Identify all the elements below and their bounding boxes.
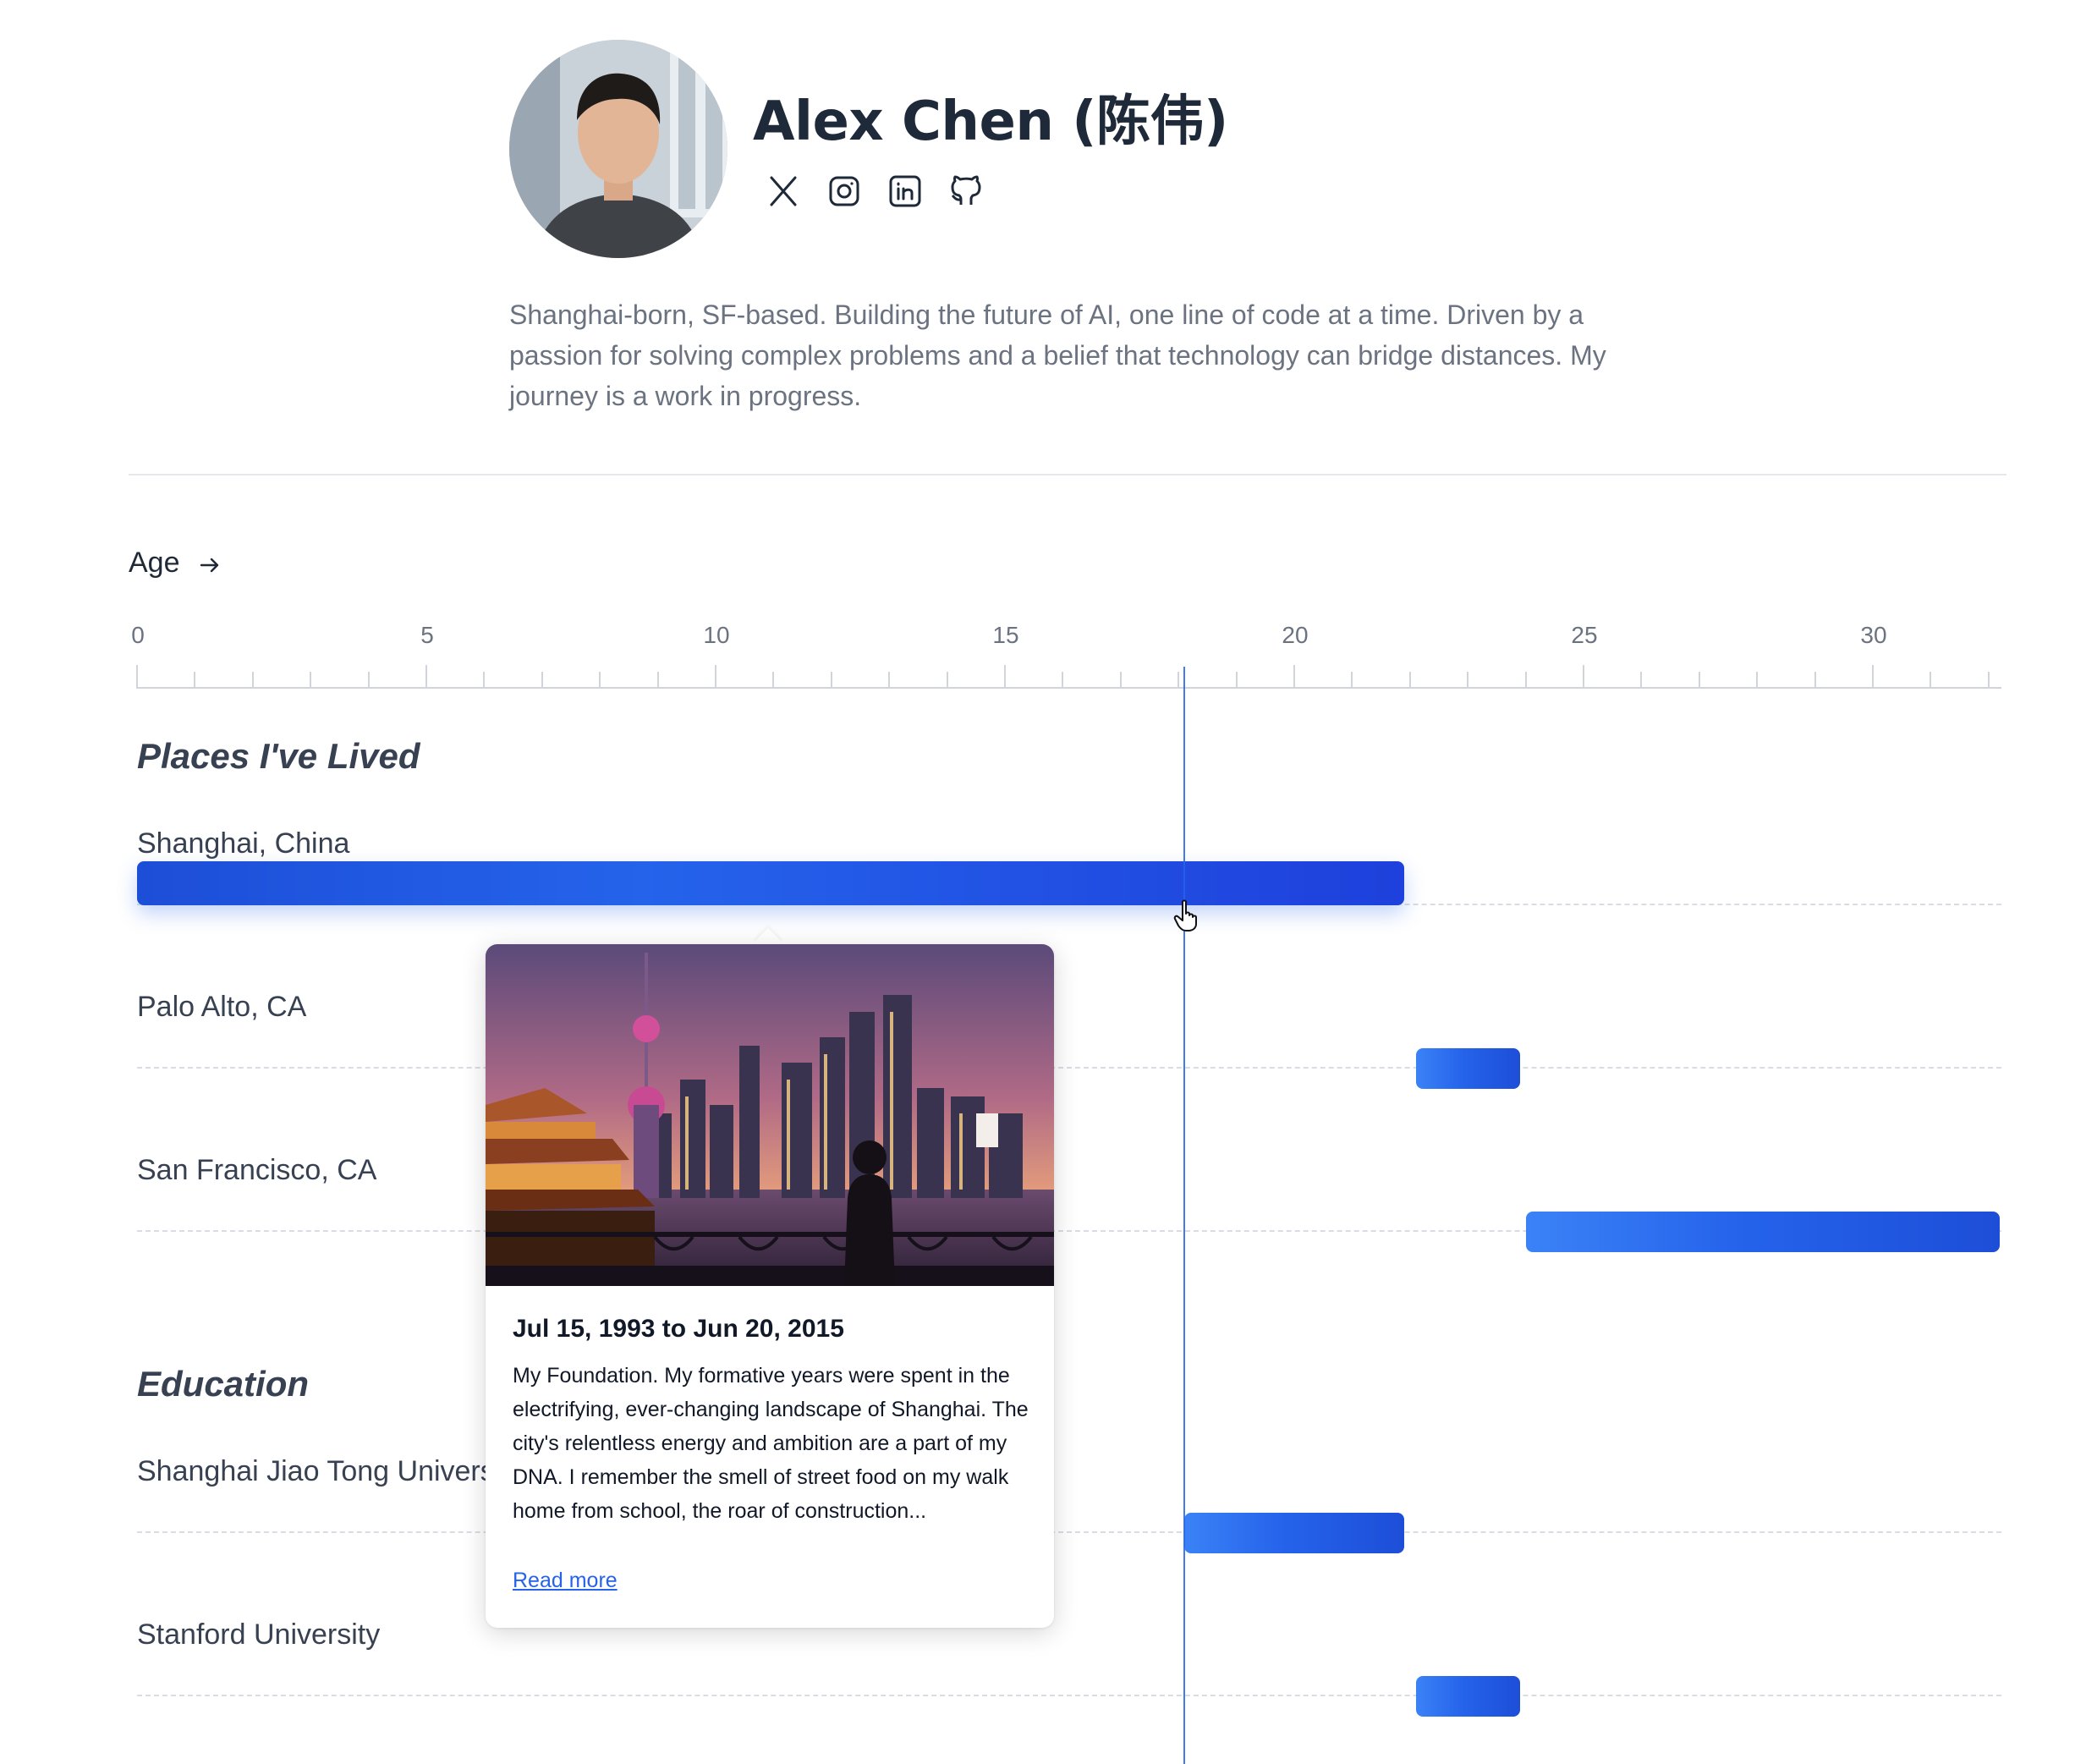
axis-tick: [251, 672, 254, 689]
row-label: Shanghai, China: [137, 827, 350, 860]
timeline-bar[interactable]: [1415, 1676, 1520, 1717]
axis-tick: [888, 672, 891, 689]
instagram-icon[interactable]: [826, 173, 863, 210]
axis-tick: [1467, 672, 1469, 689]
axis-tick: [1814, 672, 1816, 689]
axis-tick: [1004, 665, 1006, 689]
timeline-bar[interactable]: [137, 861, 1404, 905]
timeline-popover: Jul 15, 1993 to Jun 20, 2015 My Foundati…: [486, 944, 1054, 1628]
axis-tick: [425, 665, 427, 689]
arrow-right-icon: [200, 558, 219, 573]
axis-tick-label: 0: [131, 622, 145, 648]
section-title: Places I've Lived: [137, 736, 420, 776]
axis-tick: [1583, 665, 1584, 689]
hover-cursor-line: [1183, 667, 1186, 1764]
axis-tick: [1177, 672, 1180, 689]
axis-tick-label: 30: [1860, 622, 1887, 648]
axis-tick: [1930, 672, 1932, 689]
axis-tick: [1351, 672, 1353, 689]
axis-tick: [830, 672, 832, 689]
row-label: Shanghai Jiao Tong University: [137, 1455, 524, 1487]
axis-tick: [136, 665, 138, 689]
axis-tick: [772, 672, 775, 689]
section-title: Education: [137, 1364, 310, 1404]
row-label: San Francisco, CA: [137, 1154, 377, 1186]
x-icon[interactable]: [765, 173, 802, 210]
popover-date-range: Jul 15, 1993 to Jun 20, 2015: [513, 1315, 844, 1343]
axis-label: Age: [129, 547, 180, 579]
row-label: Stanford University: [137, 1618, 381, 1651]
axis-tick: [1987, 672, 1990, 689]
axis-tick: [483, 672, 486, 689]
hand-cursor-icon: [1173, 899, 1197, 931]
axis-tick: [1293, 665, 1295, 689]
avatar: [509, 40, 727, 258]
axis-tick-label: 10: [703, 622, 730, 648]
axis-tick: [1119, 672, 1122, 689]
axis-tick-label: 25: [1571, 622, 1598, 648]
axis-tick-label: 15: [992, 622, 1019, 648]
popover-text: My Foundation. My formative years were s…: [513, 1364, 1029, 1523]
axis-tick: [310, 672, 312, 689]
axis-tick: [367, 672, 370, 689]
axis-tick: [1698, 672, 1700, 689]
linkedin-icon[interactable]: [887, 173, 924, 210]
axis-tick: [715, 665, 716, 689]
timeline-bar[interactable]: [1525, 1212, 2001, 1252]
row-baseline: [137, 1531, 2001, 1533]
axis-tick: [1235, 672, 1238, 689]
axis-tick: [1408, 672, 1411, 689]
axis-tick: [1640, 672, 1643, 689]
read-more-link[interactable]: Read more: [513, 1569, 618, 1593]
axis-line: [137, 687, 2001, 689]
row-label: Palo Alto, CA: [137, 991, 307, 1023]
axis-tick: [946, 672, 948, 689]
profile-bio: Shanghai-born, SF-based. Building the fu…: [509, 299, 1606, 411]
timeline-bar[interactable]: [1184, 1513, 1404, 1553]
axis-tick-label: 5: [420, 622, 434, 648]
axis-tick: [1062, 672, 1064, 689]
axis-tick-label: 20: [1282, 622, 1309, 648]
axis-tick: [1756, 672, 1759, 689]
header-divider: [129, 474, 2006, 475]
row-baseline: [137, 1067, 2001, 1069]
axis-tick: [194, 672, 196, 689]
axis-tick: [599, 672, 601, 689]
profile-name: Alex Chen (陈伟): [753, 91, 1228, 153]
axis-tick: [1872, 665, 1874, 689]
popover-image: [486, 944, 1054, 1286]
row-baseline: [137, 1695, 2001, 1696]
github-icon[interactable]: [947, 173, 985, 210]
axis-tick: [1524, 672, 1527, 689]
axis-tick: [656, 672, 659, 689]
timeline-bar[interactable]: [1415, 1048, 1520, 1089]
axis-tick: [541, 672, 543, 689]
